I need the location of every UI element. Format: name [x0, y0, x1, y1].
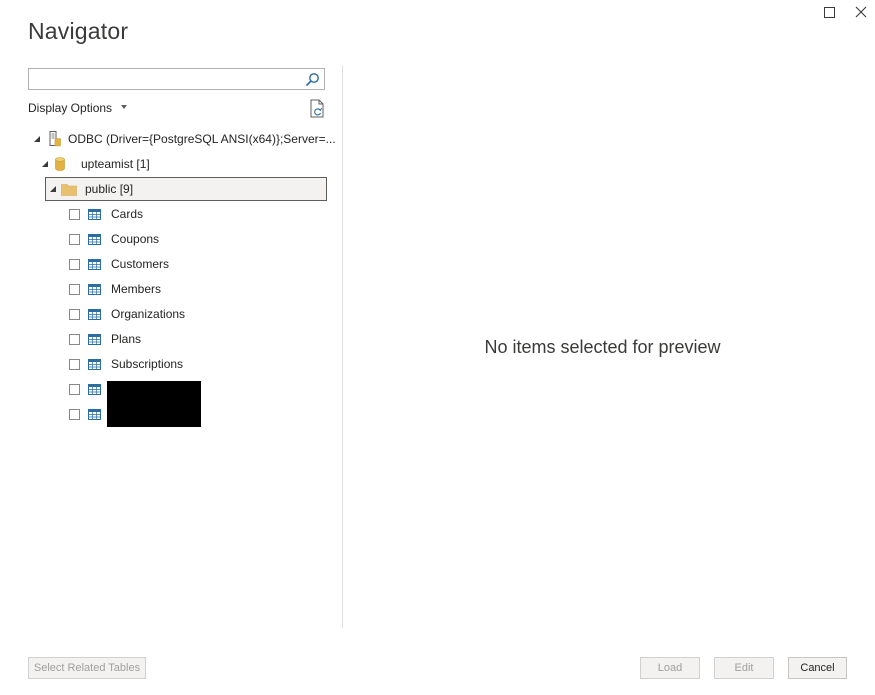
table-name: Organizations — [111, 307, 186, 321]
redacted-block — [107, 381, 201, 427]
table-checkbox[interactable] — [69, 283, 80, 295]
table-icon — [88, 358, 101, 370]
select-related-tables-button[interactable]: Select Related Tables — [28, 657, 146, 679]
expand-triangle-icon[interactable] — [34, 136, 40, 142]
table-name: Coupons — [111, 232, 160, 246]
close-button[interactable] — [850, 2, 872, 22]
search-field[interactable] — [28, 68, 325, 90]
tree-node-label: ODBC (Driver={PostgreSQL ANSI(x64)};Serv… — [68, 132, 336, 146]
table-icon — [88, 283, 101, 295]
tree-node-database[interactable]: upteamist [1] — [42, 153, 150, 175]
preview-empty-message: No items selected for preview — [484, 337, 721, 357]
maximize-button[interactable] — [818, 2, 840, 22]
table-name: Cards — [111, 207, 144, 221]
table-checkbox[interactable] — [69, 408, 80, 420]
search-input[interactable] — [33, 70, 307, 90]
close-icon — [855, 6, 867, 18]
expand-triangle-icon[interactable] — [50, 186, 56, 192]
table-name: Members — [111, 282, 162, 296]
tree-table-item[interactable]: Customers — [69, 253, 169, 275]
tree-table-item[interactable]: Members — [69, 278, 161, 300]
table-checkbox[interactable] — [69, 333, 80, 345]
table-icon — [88, 383, 101, 395]
table-icon — [88, 308, 101, 320]
folder-icon — [61, 183, 77, 196]
expand-triangle-icon[interactable] — [42, 161, 48, 167]
table-icon — [88, 208, 101, 220]
search-icon[interactable] — [305, 72, 320, 87]
table-name: Customers — [111, 257, 170, 271]
table-checkbox[interactable] — [69, 308, 80, 320]
table-icon — [88, 233, 101, 245]
tree-table-item[interactable]: Subscriptions — [69, 353, 183, 375]
table-checkbox[interactable] — [69, 258, 80, 270]
table-checkbox[interactable] — [69, 208, 80, 220]
tree-table-item[interactable]: Plans — [69, 328, 141, 350]
tree-table-item[interactable]: Cards — [69, 203, 143, 225]
odbc-server-icon — [49, 131, 61, 147]
display-options-label: Display Options — [28, 101, 113, 115]
table-name: Plans — [111, 332, 142, 346]
cancel-button[interactable]: Cancel — [788, 657, 847, 679]
tree-node-label: upteamist [1] — [81, 157, 150, 171]
table-checkbox[interactable] — [69, 358, 80, 370]
chevron-down-icon — [121, 105, 128, 109]
load-button[interactable]: Load — [640, 657, 700, 679]
tree-table-item[interactable]: Organizations — [69, 303, 185, 325]
tree-table-item[interactable] — [69, 378, 111, 400]
tree-table-item[interactable]: Coupons — [69, 228, 159, 250]
edit-button[interactable]: Edit — [714, 657, 774, 679]
maximize-icon — [823, 6, 835, 18]
database-icon — [55, 157, 65, 171]
tree-node-label: public [9] — [85, 182, 134, 196]
table-icon — [88, 408, 101, 420]
refresh-document-icon[interactable] — [309, 99, 326, 118]
tree-table-item[interactable] — [69, 403, 111, 425]
table-checkbox[interactable] — [69, 233, 80, 245]
tree-node-odbc[interactable]: ODBC (Driver={PostgreSQL ANSI(x64)};Serv… — [34, 128, 336, 150]
table-icon — [88, 258, 101, 270]
table-name: Subscriptions — [111, 357, 184, 371]
tree-node-schema[interactable]: public [9] — [50, 178, 133, 200]
dialog-title: Navigator — [28, 18, 129, 44]
table-checkbox[interactable] — [69, 383, 80, 395]
display-options-menu[interactable]: Display Options — [28, 101, 128, 115]
table-icon — [88, 333, 101, 345]
